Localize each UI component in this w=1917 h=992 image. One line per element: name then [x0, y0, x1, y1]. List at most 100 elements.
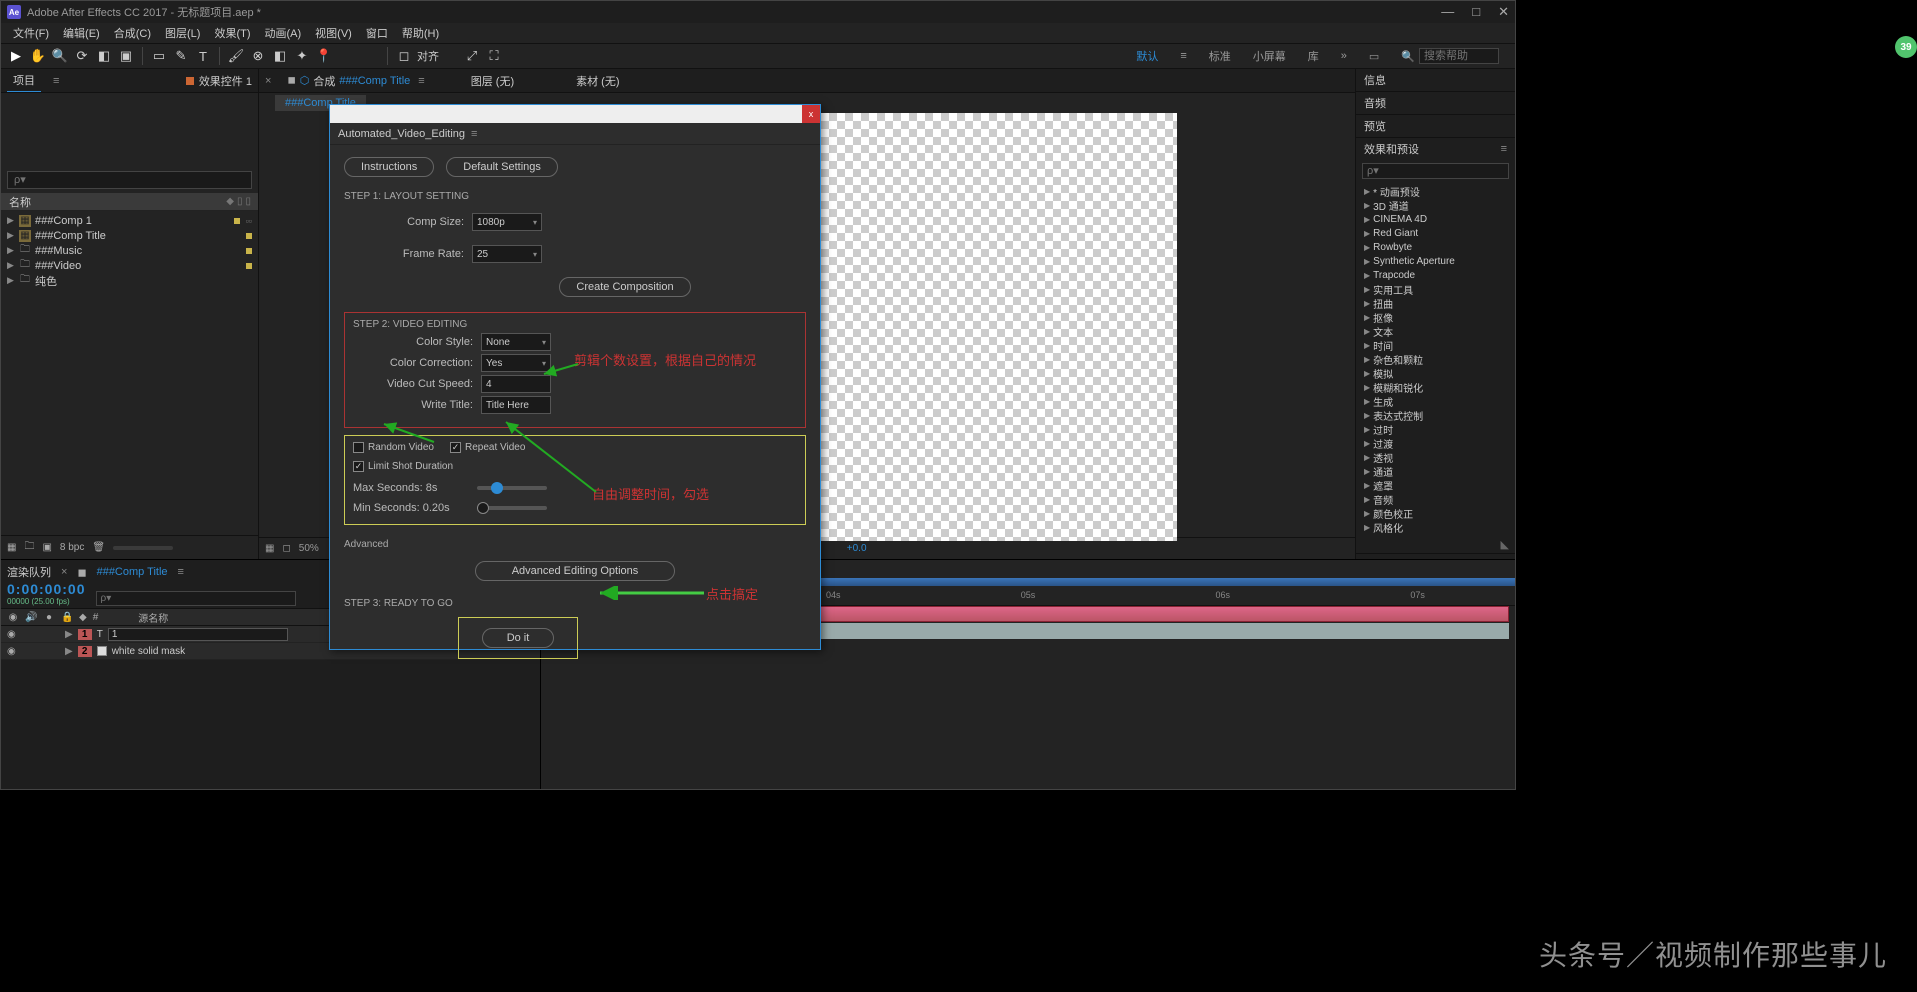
repeat-video-checkbox[interactable]: ✓ — [450, 442, 461, 453]
workspace-menu-icon[interactable]: ≡ — [1180, 50, 1186, 62]
expand-icon[interactable]: ⤢ — [463, 47, 481, 65]
snap-icon[interactable]: ◻ — [395, 47, 413, 65]
preset-category[interactable]: ▶Red Giant — [1356, 226, 1515, 240]
effects-menu-icon[interactable]: ≡ — [1501, 143, 1507, 155]
col-audio-icon[interactable]: 🔊 — [25, 612, 37, 623]
orbit-tool-icon[interactable]: ⟳ — [73, 47, 91, 65]
preset-category[interactable]: ▶表达式控制 — [1356, 408, 1515, 422]
region-tool-icon[interactable]: ▣ — [117, 47, 135, 65]
minimize-icon[interactable]: — — [1441, 4, 1454, 20]
preset-category[interactable]: ▶杂色和颗粒 — [1356, 352, 1515, 366]
sync-icon[interactable]: ▭ — [1369, 50, 1379, 63]
project-item[interactable]: ▶▦###Comp Title — [1, 228, 258, 243]
preset-category[interactable]: ▶扭曲 — [1356, 296, 1515, 310]
trash-icon[interactable]: 🗑 — [92, 542, 105, 553]
viewer-menu-icon[interactable]: ≡ — [418, 75, 424, 87]
roto-tool-icon[interactable]: ✦ — [293, 47, 311, 65]
menu-edit[interactable]: 编辑(E) — [57, 23, 106, 43]
pen-tool-icon[interactable]: ✎ — [172, 47, 190, 65]
project-item[interactable]: ▶🗀###Video — [1, 258, 258, 273]
mask-icon[interactable]: ◻ — [282, 543, 290, 554]
interpret-icon[interactable]: ▦ — [7, 542, 16, 553]
comp-viewer[interactable] — [821, 113, 1177, 541]
project-item[interactable]: ▶🗀纯色 — [1, 273, 258, 288]
new-comp-icon[interactable]: ▣ — [42, 542, 51, 553]
workspace-library[interactable]: 库 — [1308, 48, 1319, 64]
menu-help[interactable]: 帮助(H) — [396, 23, 445, 43]
tl-close-icon[interactable]: × — [61, 566, 67, 578]
new-folder-icon[interactable]: 🗀 — [24, 539, 34, 556]
camera-tool-icon[interactable]: ◧ — [95, 47, 113, 65]
instructions-button[interactable]: Instructions — [344, 157, 434, 177]
preset-category[interactable]: ▶模拟 — [1356, 366, 1515, 380]
preset-category[interactable]: ▶音频 — [1356, 492, 1515, 506]
tl-lock-icon[interactable]: ◼ — [77, 566, 86, 579]
menu-comp[interactable]: 合成(C) — [108, 23, 157, 43]
min-seconds-slider[interactable] — [477, 506, 547, 510]
menu-window[interactable]: 窗口 — [360, 23, 394, 43]
project-item[interactable]: ▶🗀###Music — [1, 243, 258, 258]
max-seconds-slider[interactable] — [477, 486, 547, 490]
col-video-icon[interactable]: ◉ — [7, 612, 19, 623]
viewer-close-icon[interactable]: × — [265, 75, 271, 87]
maximize-icon[interactable]: □ — [1472, 4, 1480, 20]
cut-speed-input[interactable] — [481, 375, 551, 393]
preset-category[interactable]: ▶3D 通道 — [1356, 198, 1515, 212]
do-it-button[interactable]: Do it — [482, 628, 555, 648]
col-num-icon[interactable]: # — [93, 612, 99, 623]
preset-category[interactable]: ▶颜色校正 — [1356, 506, 1515, 520]
eraser-tool-icon[interactable]: ◧ — [271, 47, 289, 65]
visibility-icon[interactable]: ◉ — [7, 646, 19, 657]
tl-menu-icon[interactable]: ≡ — [178, 566, 184, 578]
menu-view[interactable]: 视图(V) — [309, 23, 358, 43]
clone-tool-icon[interactable]: ⊗ — [249, 47, 267, 65]
help-search-input[interactable] — [1419, 48, 1499, 64]
zoom-value[interactable]: 50% — [299, 543, 319, 554]
effects-corner-icon[interactable]: ◣ — [1501, 539, 1509, 551]
close-icon[interactable]: ✕ — [1498, 4, 1509, 20]
selection-tool-icon[interactable]: ▶ — [7, 47, 25, 65]
menu-file[interactable]: 文件(F) — [7, 23, 55, 43]
puppet-tool-icon[interactable]: 📍 — [315, 47, 333, 65]
tab-timeline-comp[interactable]: ###Comp Title — [97, 566, 168, 578]
shape-tool-icon[interactable]: ▭ — [150, 47, 168, 65]
col-label-icon[interactable]: ◆ — [79, 612, 87, 623]
hand-tool-icon[interactable]: ✋ — [29, 47, 47, 65]
limit-shot-checkbox[interactable]: ✓ — [353, 461, 364, 472]
preset-category[interactable]: ▶抠像 — [1356, 310, 1515, 324]
bpc-label[interactable]: 8 bpc — [60, 542, 84, 553]
project-name-header[interactable]: 名称 — [9, 194, 31, 210]
preset-category[interactable]: ▶Synthetic Aperture — [1356, 254, 1515, 268]
menu-effect[interactable]: 效果(T) — [208, 23, 256, 43]
tab-layout[interactable]: 图层 (无) — [471, 73, 514, 89]
visibility-icon[interactable]: ◉ — [7, 629, 19, 640]
preset-category[interactable]: ▶生成 — [1356, 394, 1515, 408]
preset-category[interactable]: ▶模糊和锐化 — [1356, 380, 1515, 394]
color-style-select[interactable]: None▾ — [481, 333, 551, 351]
panel-effects[interactable]: 效果和预设 — [1364, 141, 1419, 157]
create-comp-button[interactable]: Create Composition — [559, 277, 690, 297]
project-search-input[interactable] — [7, 171, 252, 189]
write-title-input[interactable] — [481, 396, 551, 414]
col-tag-icon[interactable]: ◆ — [226, 196, 233, 207]
preset-category[interactable]: ▶过时 — [1356, 422, 1515, 436]
frame-rate-select[interactable]: 25▾ — [472, 245, 542, 263]
preset-category[interactable]: ▶* 动画预设 — [1356, 184, 1515, 198]
preset-category[interactable]: ▶风格化 — [1356, 520, 1515, 534]
tab-footage[interactable]: 素材 (无) — [576, 73, 619, 89]
viewer-comp-name[interactable]: ###Comp Title — [339, 75, 410, 87]
preset-category[interactable]: ▶文本 — [1356, 324, 1515, 338]
workspace-more-icon[interactable]: » — [1341, 50, 1347, 62]
preset-category[interactable]: ▶通道 — [1356, 464, 1515, 478]
dialog-close-icon[interactable]: x — [802, 105, 820, 123]
col-source-name[interactable]: 源名称 — [138, 610, 168, 625]
preset-category[interactable]: ▶遮罩 — [1356, 478, 1515, 492]
menu-anim[interactable]: 动画(A) — [259, 23, 308, 43]
col-type-icon[interactable]: ▯ — [237, 196, 242, 207]
panel-info[interactable]: 信息 — [1364, 72, 1386, 88]
workspace-standard[interactable]: 标准 — [1209, 48, 1231, 64]
effects-search-input[interactable] — [1362, 163, 1509, 179]
timecode[interactable]: 0:00:00:00 — [7, 581, 86, 597]
preset-category[interactable]: ▶过渡 — [1356, 436, 1515, 450]
preset-category[interactable]: ▶透视 — [1356, 450, 1515, 464]
